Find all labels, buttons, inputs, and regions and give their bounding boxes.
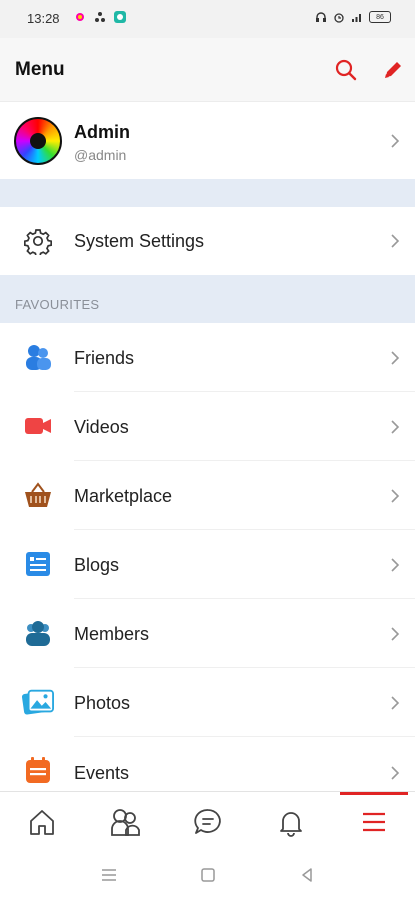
home-system-button[interactable] [197,864,219,886]
video-camera-icon [22,410,54,442]
avatar [14,117,62,165]
favourites-section-header: FAVOURITES [0,275,415,323]
chevron-right-icon [391,420,400,434]
chevron-right-icon [391,489,400,503]
signal-icon [352,14,361,22]
profile-row[interactable]: Admin @admin [0,103,415,179]
item-label: Friends [74,348,135,368]
recent-apps-icon [102,869,116,881]
basket-icon [22,479,54,511]
favourite-item-members[interactable]: Members [0,599,415,668]
chevron-right-icon [391,558,400,572]
nav-notifications[interactable] [249,792,332,852]
status-time: 13:28 [27,11,60,26]
back-button[interactable] [296,864,318,886]
status-bar: 13:28 86 [0,0,415,38]
battery-level: 86 [376,13,384,21]
battery-icon: 86 [369,11,391,23]
system-settings-label: System Settings [74,231,205,251]
item-label: Marketplace [74,486,173,506]
home-icon [29,810,54,835]
alarm-icon [334,13,344,23]
app-header: Menu [0,38,415,102]
system-settings-item[interactable]: System Settings [0,207,415,275]
message-app-icon [114,11,126,23]
nav-friends[interactable] [83,792,166,852]
item-label: Blogs [74,555,120,575]
share-icon [95,12,105,22]
favourite-item-blogs[interactable]: Blogs [0,530,415,599]
nav-menu[interactable] [332,792,415,852]
favourite-item-videos[interactable]: Videos [0,392,415,461]
chevron-right-icon [391,696,400,710]
chevron-right-icon [391,134,400,148]
edit-button[interactable] [379,56,407,84]
bottom-nav [0,791,415,851]
photos-icon [22,686,54,718]
profile-name: Admin [74,122,130,142]
favourite-item-friends[interactable]: Friends [0,323,415,392]
section-title: FAVOURITES [15,297,100,312]
profile-handle: @admin [74,147,127,163]
square-icon [201,868,215,882]
members-icon [22,617,54,649]
bell-icon [279,812,302,837]
chevron-right-icon [391,766,400,780]
chevron-right-icon [391,627,400,641]
section-spacer [0,179,415,207]
notification-app-icon [76,13,84,21]
pencil-icon [385,62,401,78]
system-nav-bar [0,851,415,900]
chevron-right-icon [391,234,400,248]
headset-icon [316,12,326,22]
page-title: Menu [15,59,65,80]
blog-icon [22,548,54,580]
search-button[interactable] [332,56,360,84]
friends-icon [22,341,54,373]
chevron-right-icon [391,351,400,365]
favourite-item-events[interactable]: Events [0,737,415,791]
item-label: Videos [74,417,129,437]
favourite-item-marketplace[interactable]: Marketplace [0,461,415,530]
item-label: Photos [74,693,131,713]
item-label: Events [74,763,130,783]
nav-home[interactable] [0,792,83,852]
friends-nav-icon [110,809,140,836]
calendar-icon [22,755,54,787]
recent-apps-button[interactable] [98,864,120,886]
gear-icon [22,225,54,257]
favourite-item-photos[interactable]: Photos [0,668,415,737]
item-label: Members [74,624,150,644]
nav-chat[interactable] [166,792,249,852]
chat-icon [193,809,221,834]
menu-icon [362,812,385,832]
back-triangle-icon [302,868,312,882]
search-icon [335,59,357,81]
